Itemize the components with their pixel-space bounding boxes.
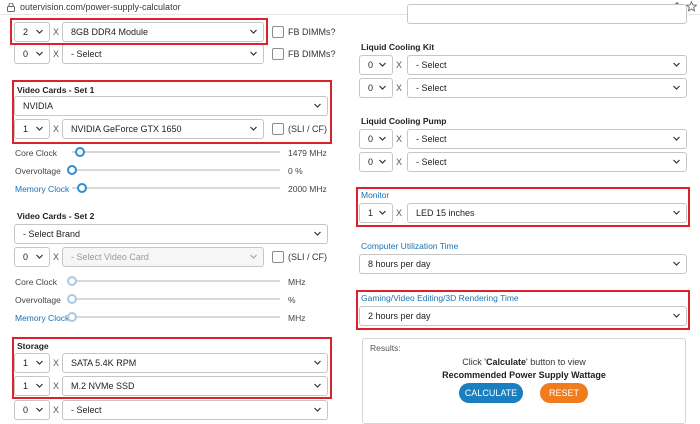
highlight-gaming-time [356, 290, 690, 330]
liquid-pump-x-label: X [396, 134, 403, 144]
video1-overvoltage-knob[interactable] [67, 165, 77, 175]
video2-core-clock-track[interactable] [72, 280, 280, 282]
utilization-select[interactable]: 8 hours per day [359, 254, 687, 274]
video2-memory-clock-unit: MHz [288, 313, 306, 323]
utilization-title: Computer Utilization Time [361, 241, 459, 251]
chevron-down-icon [250, 51, 257, 56]
chevron-down-icon [314, 231, 321, 236]
video2-core-clock-label: Core Clock [15, 277, 58, 287]
liquid-pump-qty-select-1[interactable]: 0 [359, 129, 393, 149]
video2-memory-clock-knob[interactable] [67, 312, 77, 322]
highlight-monitor [356, 187, 690, 227]
video1-core-clock-knob[interactable] [75, 147, 85, 157]
results-instruction: Click 'Calculate' button to view [462, 357, 586, 367]
fb-dimms-label: FB DIMMs? [288, 49, 336, 59]
chevron-down-icon [36, 407, 43, 412]
url-text: outervision.com/power-supply-calculator [20, 2, 181, 12]
video2-qty-select[interactable]: 0 [14, 247, 50, 267]
fb-dimms-label: FB DIMMs? [288, 27, 336, 37]
chevron-down-icon [673, 136, 680, 141]
calculate-button[interactable]: CALCULATE [459, 383, 523, 403]
chevron-down-icon [673, 62, 680, 67]
video1-overvoltage-label: Overvoltage [15, 166, 61, 176]
liquid-kit-x-label: X [396, 60, 403, 70]
liquid-pump-x-label: X [396, 157, 403, 167]
fb-dimms-checkbox-1[interactable] [272, 26, 284, 38]
memory-x-label: X [53, 49, 60, 59]
video1-overvoltage-value: 0 % [288, 166, 303, 176]
video2-overvoltage-knob[interactable] [67, 294, 77, 304]
chevron-down-icon [36, 254, 43, 259]
chevron-down-icon [673, 159, 680, 164]
chevron-down-icon [379, 159, 386, 164]
results-label: Results: [370, 343, 401, 353]
video1-memory-clock-knob[interactable] [77, 183, 87, 193]
reset-button[interactable]: RESET [540, 383, 588, 403]
liquid-kit-qty-select-1[interactable]: 0 [359, 55, 393, 75]
liquid-pump-model-select-2[interactable]: - Select [407, 152, 687, 172]
chevron-down-icon [314, 407, 321, 412]
liquid-pump-qty-select-2[interactable]: 0 [359, 152, 393, 172]
video1-overvoltage-track[interactable] [72, 169, 280, 171]
storage-x-label: X [53, 405, 60, 415]
video2-overvoltage-label: Overvoltage [15, 295, 61, 305]
fb-dimms-checkbox-2[interactable] [272, 48, 284, 60]
highlight-memory [10, 18, 268, 45]
liquid-kit-model-select-2[interactable]: - Select [407, 78, 687, 98]
chevron-down-icon [36, 51, 43, 56]
highlight-video-set1 [12, 80, 332, 144]
results-panel [362, 338, 686, 424]
chevron-down-icon [379, 62, 386, 67]
video1-memory-clock-label: Memory Clock [15, 184, 70, 194]
memory-model-select-2[interactable]: - Select [62, 44, 264, 64]
video2-brand-select[interactable]: - Select Brand [14, 224, 328, 244]
video2-memory-clock-track[interactable] [72, 316, 280, 318]
video1-memory-clock-track[interactable] [72, 187, 280, 189]
video2-overvoltage-unit: % [288, 295, 296, 305]
liquid-kit-model-select-1[interactable]: - Select [407, 55, 687, 75]
video1-core-clock-value: 1479 MHz [288, 148, 327, 158]
video2-model-select[interactable]: - Select Video Card [62, 247, 264, 267]
chevron-down-icon [250, 254, 257, 259]
chevron-down-icon [673, 261, 680, 266]
storage-model-select-3[interactable]: - Select [62, 400, 328, 420]
video2-core-clock-unit: MHz [288, 277, 306, 287]
liquid-pump-title: Liquid Cooling Pump [361, 116, 447, 126]
chevron-down-icon [673, 85, 680, 90]
video-set2-title: Video Cards - Set 2 [17, 211, 95, 221]
memory-qty-select-2[interactable]: 0 [14, 44, 50, 64]
video2-memory-clock-label: Memory Clock [15, 313, 70, 323]
partial-top-select[interactable] [407, 4, 687, 24]
liquid-kit-title: Liquid Cooling Kit [361, 42, 435, 52]
video2-x-label: X [53, 252, 60, 262]
video1-memory-clock-value: 2000 MHz [288, 184, 327, 194]
video2-overvoltage-track[interactable] [72, 298, 280, 300]
liquid-kit-x-label: X [396, 83, 403, 93]
chevron-down-icon [379, 85, 386, 90]
star-icon[interactable] [686, 1, 697, 12]
highlight-storage [12, 337, 332, 399]
video1-core-clock-label: Core Clock [15, 148, 58, 158]
video2-sli-checkbox[interactable] [272, 251, 284, 263]
lock-icon [7, 3, 15, 12]
liquid-kit-qty-select-2[interactable]: 0 [359, 78, 393, 98]
storage-qty-select-3[interactable]: 0 [14, 400, 50, 420]
chevron-down-icon [379, 136, 386, 141]
video2-sli-label: (SLI / CF) [288, 252, 328, 262]
results-heading: Recommended Power Supply Wattage [442, 370, 606, 380]
video1-core-clock-track[interactable] [72, 151, 280, 153]
video2-core-clock-knob[interactable] [67, 276, 77, 286]
liquid-pump-model-select-1[interactable]: - Select [407, 129, 687, 149]
